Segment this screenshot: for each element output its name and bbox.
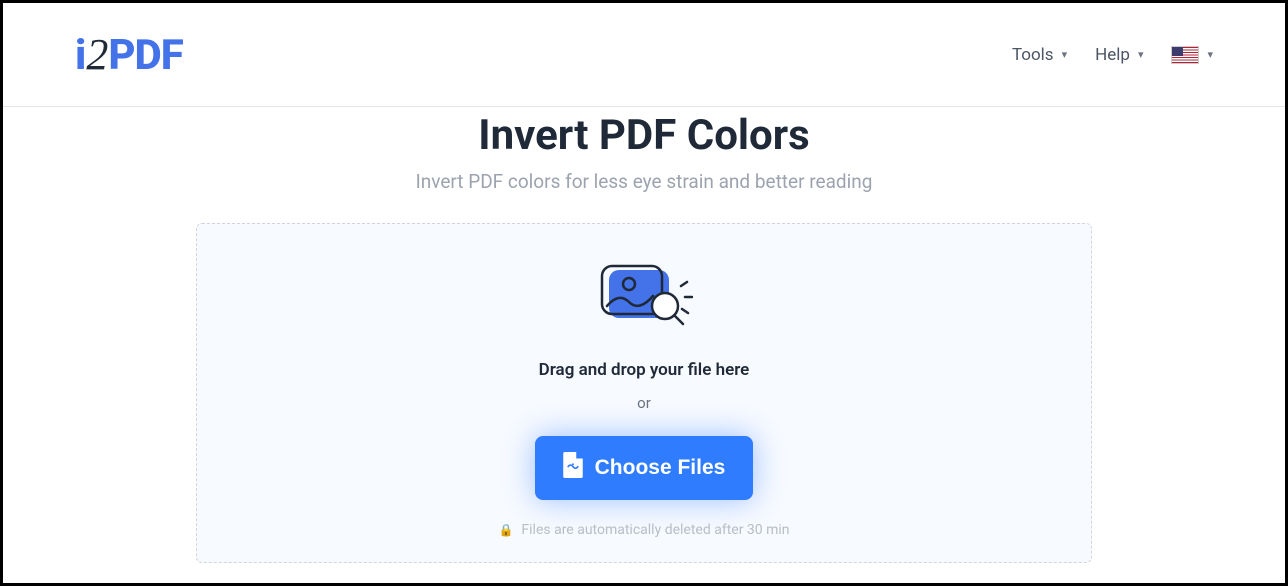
chevron-down-icon: ▾ — [1207, 48, 1213, 61]
page-title: Invert PDF Colors — [3, 111, 1285, 160]
dropzone[interactable]: Drag and drop your file here or Choose F… — [196, 223, 1092, 563]
auto-delete-notice: 🔒 Files are automatically deleted after … — [498, 522, 789, 538]
page-subtitle: Invert PDF colors for less eye strain an… — [3, 170, 1285, 193]
choose-files-button[interactable]: Choose Files — [535, 436, 754, 500]
auto-delete-text: Files are automatically deleted after 30… — [521, 522, 789, 538]
lock-icon: 🔒 — [498, 523, 513, 537]
nav-language[interactable]: ▾ — [1171, 46, 1213, 64]
logo-part-i: i — [75, 31, 85, 80]
logo-part-2: 2 — [86, 29, 107, 80]
us-flag-icon — [1171, 46, 1199, 64]
drag-drop-text: Drag and drop your file here — [539, 360, 750, 380]
nav-help[interactable]: Help ▾ — [1095, 45, 1143, 65]
chevron-down-icon: ▾ — [1138, 48, 1144, 61]
chevron-down-icon: ▾ — [1062, 48, 1068, 61]
nav-tools[interactable]: Tools ▾ — [1012, 45, 1067, 65]
logo[interactable]: i2PDF — [75, 29, 183, 80]
choose-files-label: Choose Files — [595, 456, 726, 480]
nav: Tools ▾ Help ▾ ▾ — [1012, 45, 1213, 65]
nav-help-label: Help — [1095, 45, 1130, 65]
logo-part-pdf: PDF — [108, 31, 182, 80]
image-upload-icon — [595, 264, 693, 334]
or-text: or — [637, 394, 651, 412]
main-content: Invert PDF Colors Invert PDF colors for … — [3, 107, 1285, 563]
nav-tools-label: Tools — [1012, 45, 1054, 65]
file-icon — [563, 452, 583, 484]
header: i2PDF Tools ▾ Help ▾ ▾ — [3, 3, 1285, 107]
